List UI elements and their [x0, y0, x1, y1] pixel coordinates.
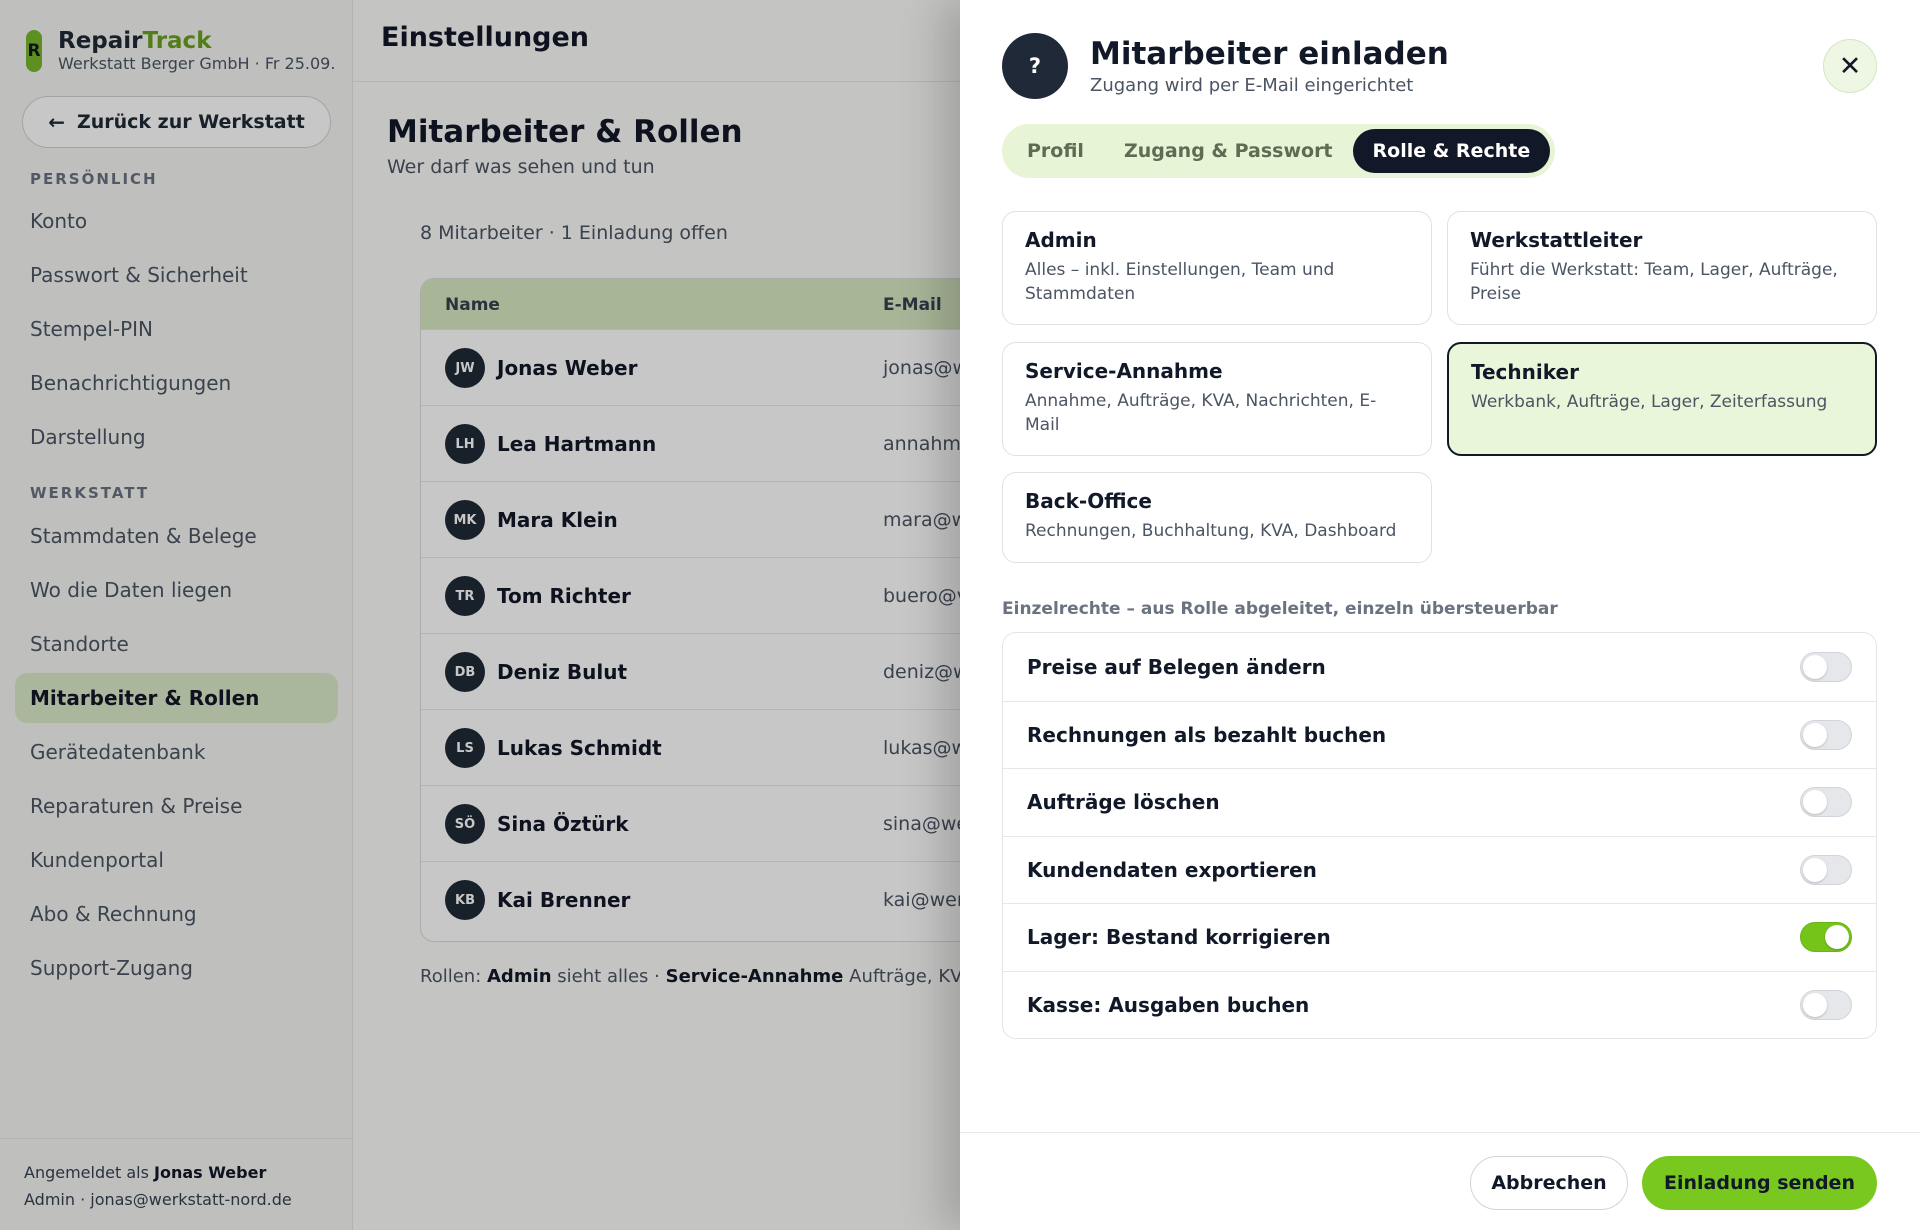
role-title: Service-Annahme [1025, 359, 1223, 383]
permissions-list: Preise auf Belegen ändern Rechnungen als… [1002, 632, 1877, 1039]
permission-row: Preise auf Belegen ändern [1003, 633, 1876, 701]
send-invite-button[interactable]: Einladung senden [1642, 1156, 1877, 1210]
permission-row: Rechnungen als bezahlt buchen [1003, 700, 1876, 769]
close-icon: ✕ [1838, 50, 1862, 82]
permission-row: Lager: Bestand korrigieren [1003, 903, 1876, 971]
help-icon: ? [1002, 33, 1068, 99]
permission-label: Rechnungen als bezahlt buchen [1027, 722, 1387, 747]
drawer-subtitle: Zugang wird per E-Mail eingerichtet [1090, 75, 1414, 96]
permission-row: Kundendaten exportieren [1003, 835, 1876, 904]
permission-label: Kasse: Ausgaben buchen [1027, 992, 1310, 1017]
cancel-button[interactable]: Abbrechen [1470, 1156, 1628, 1210]
role-title: Techniker [1471, 360, 1579, 384]
permission-label: Kundendaten exportieren [1027, 857, 1317, 882]
close-button[interactable]: ✕ [1823, 39, 1877, 93]
permission-toggle[interactable] [1800, 787, 1852, 818]
role-card-service-annahme[interactable]: Service-Annahme Annahme, Aufträge, KVA, … [1002, 342, 1432, 456]
role-title: Admin [1025, 228, 1097, 252]
permission-label: Lager: Bestand korrigieren [1027, 925, 1331, 950]
role-card-back-office[interactable]: Back-Office Rechnungen, Buchhaltung, KVA… [1002, 472, 1432, 563]
role-card-admin[interactable]: Admin Alles – inkl. Einstellungen, Team … [1002, 211, 1432, 325]
permission-row: Aufträge löschen [1003, 768, 1876, 836]
permission-row: Kasse: Ausgaben buchen [1003, 970, 1876, 1039]
tab-profil[interactable]: Profil [1007, 129, 1104, 173]
permission-toggle[interactable] [1800, 651, 1852, 682]
role-description: Annahme, Aufträge, KVA, Nachrichten, E-M… [1025, 391, 1377, 435]
tab-zugang[interactable]: Zugang & Passwort [1104, 129, 1353, 173]
permission-label: Preise auf Belegen ändern [1027, 654, 1326, 679]
drawer-title: Mitarbeiter einladen [1090, 36, 1449, 72]
permissions-heading: Einzelrechte – aus Rolle abgeleitet, ein… [1002, 599, 1558, 619]
role-title: Back-Office [1025, 489, 1152, 513]
tab-rolle[interactable]: Rolle & Rechte [1352, 129, 1551, 173]
role-card-werkstattleiter[interactable]: Werkstattleiter Führt die Werkstatt: Tea… [1447, 211, 1877, 325]
role-description: Führt die Werkstatt: Team, Lager, Aufträ… [1470, 260, 1838, 304]
permission-toggle[interactable] [1800, 922, 1852, 953]
role-title: Werkstattleiter [1470, 228, 1643, 252]
permission-toggle[interactable] [1800, 719, 1852, 750]
invite-drawer: ? Mitarbeiter einladen Zugang wird per E… [960, 0, 1920, 1230]
role-card-techniker[interactable]: Techniker Werkbank, Aufträge, Lager, Zei… [1447, 342, 1877, 456]
permission-toggle[interactable] [1800, 989, 1852, 1020]
permission-label: Aufträge löschen [1027, 790, 1220, 815]
drawer-tabs: Profil Zugang & Passwort Rolle & Rechte [1002, 124, 1556, 178]
role-description: Alles – inkl. Einstellungen, Team und St… [1025, 260, 1335, 304]
role-description: Rechnungen, Buchhaltung, KVA, Dashboard [1025, 521, 1397, 541]
drawer-footer: Abbrechen Einladung senden [960, 1132, 1920, 1230]
role-description: Werkbank, Aufträge, Lager, Zeiterfassung [1471, 392, 1828, 412]
permission-toggle[interactable] [1800, 854, 1852, 885]
